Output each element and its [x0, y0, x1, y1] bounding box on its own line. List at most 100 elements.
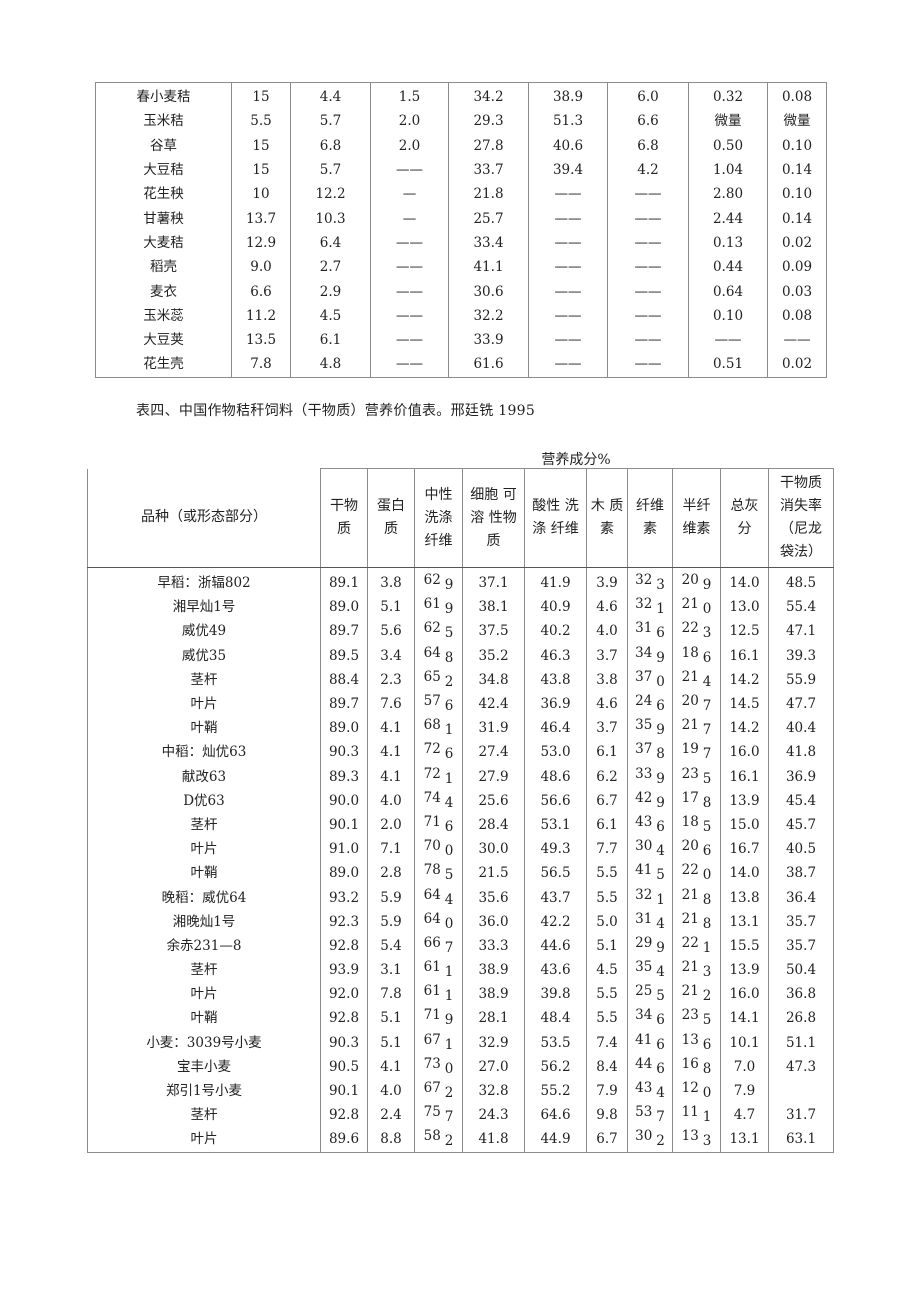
table-row: 宝丰小麦 90.5 4.1 73 0 27.0 56.2 8.4 44 6 16 8 7.0 47.3 — [87, 1054, 834, 1079]
table-cell: 12.9 — [231, 230, 291, 256]
table-cell: 0.03 — [767, 279, 827, 304]
table-cell: 41.8 — [768, 740, 834, 765]
variety-name: 叶片 — [87, 982, 321, 1007]
variety-name: 中稻：灿优63 — [87, 740, 321, 765]
variety-name: 叶片 — [87, 837, 321, 862]
table-cell: 27.0 — [462, 1054, 525, 1079]
table-cell: 6.1 — [290, 327, 371, 353]
variety-name: 湘早灿1号 — [87, 595, 321, 620]
table-cell: 13.0 — [720, 595, 769, 620]
nutrient-group-header: 营养成分% — [541, 452, 611, 468]
row-label: 大豆秸 — [95, 157, 232, 183]
table-cell: —— — [528, 279, 608, 304]
table-cell: 47.3 — [768, 1054, 834, 1079]
table-cell: 37 8 — [627, 740, 673, 765]
table-cell: 46.4 — [524, 716, 587, 741]
table-cell: 1.5 — [370, 82, 449, 110]
table-cell: 12.5 — [720, 619, 769, 644]
table-cell: 13.5 — [231, 327, 291, 353]
table-cell: 36.4 — [768, 885, 834, 910]
table-cell: 13.8 — [720, 885, 769, 910]
table-cell: 微量 — [767, 109, 827, 134]
table-cell: 2.8 — [367, 861, 415, 886]
table-cell: 32.9 — [462, 1030, 525, 1055]
table-cell: 13.9 — [720, 788, 769, 813]
table-cell: 39.3 — [768, 643, 834, 668]
table-cell: 41 5 — [627, 861, 673, 886]
table-cell: 7.0 — [720, 1054, 769, 1079]
table-cell: 4.5 — [586, 958, 628, 983]
column-header: 半纤 维素 — [672, 468, 721, 568]
table-cell: 41.9 — [524, 567, 587, 596]
table-cell: —— — [370, 352, 449, 378]
column-header: 木 质素 — [586, 468, 628, 568]
table-cell: —— — [607, 279, 689, 304]
table-cell: 25.6 — [462, 788, 525, 813]
table-cell: 0.08 — [767, 82, 827, 110]
table-cell: 5.9 — [367, 885, 415, 910]
table-cell: 4.2 — [607, 157, 689, 183]
table-cell: 0.02 — [767, 230, 827, 256]
table-cell: 27.4 — [462, 740, 525, 765]
table-cell: 16.1 — [720, 764, 769, 789]
table-cell: —— — [528, 206, 608, 231]
table-cell: 35.2 — [462, 643, 525, 668]
table-cell: 35.6 — [462, 885, 525, 910]
table-cell: 0.10 — [688, 303, 768, 328]
table-row: 湘晚灿1号 92.3 5.9 64 0 36.0 42.2 5.0 31 4 21 8 13.1 35.7 — [87, 909, 834, 934]
table-cell: 6.1 — [586, 812, 628, 838]
table-cell: 21 3 — [672, 958, 721, 983]
table2-header-row: 品种（或形态部分） 干物质蛋白质中性 洗涤 纤维 细胞 可溶 性物质酸性 洗涤 纤维木… — [87, 468, 834, 568]
table-cell: 56.6 — [524, 788, 587, 813]
table-cell: 32 3 — [627, 567, 673, 596]
table-cell: —— — [370, 230, 449, 256]
variety-name: 茎杆 — [87, 958, 321, 983]
table-cell: 4.1 — [367, 764, 415, 789]
table-cell: 7.9 — [586, 1078, 628, 1104]
table-cell: 1.04 — [688, 157, 768, 183]
table-row: 小麦：3039号小麦 90.3 5.1 67 1 32.9 53.5 7.4 41 6 13 6 10.… — [87, 1030, 834, 1055]
table-cell: 23 5 — [672, 1006, 721, 1031]
table-row: 春小麦秸 15 4.4 1.5 34.2 38.9 6.0 0.32 0.08 — [95, 82, 827, 110]
table-cell: 4.1 — [367, 716, 415, 741]
table-cell: 12 0 — [672, 1078, 721, 1104]
table-cell: 51.1 — [768, 1030, 834, 1055]
table-cell: 61.6 — [448, 352, 529, 378]
table-cell: 6.8 — [290, 133, 371, 158]
table-cell: 30 4 — [627, 837, 673, 862]
table-cell: 16.1 — [720, 643, 769, 668]
table-cell: —— — [607, 352, 689, 378]
table-cell: 3.8 — [367, 567, 415, 596]
table-cell: 8.4 — [586, 1054, 628, 1079]
table-cell: — — [370, 206, 449, 231]
table-cell: 43 4 — [627, 1078, 673, 1104]
table-cell: 72 1 — [414, 764, 463, 789]
table-cell: 0.08 — [767, 303, 827, 328]
row-label: 春小麦秸 — [95, 82, 232, 110]
table-cell: 34 6 — [627, 1006, 673, 1031]
table-cell: 6.8 — [607, 133, 689, 158]
table-cell: 13 6 — [672, 1030, 721, 1055]
table-cell: 36.9 — [524, 691, 587, 717]
table-cell: 42.2 — [524, 909, 587, 934]
table-cell: 7.9 — [720, 1078, 769, 1104]
table-cell: 38.7 — [768, 861, 834, 886]
table-cell: 5.5 — [231, 109, 291, 134]
table-cell: 89.0 — [320, 716, 368, 741]
table-cell: —— — [370, 279, 449, 304]
table-cell: —— — [370, 327, 449, 353]
table-cell: 92.8 — [320, 1006, 368, 1031]
table-row: 湘早灿1号 89.0 5.1 61 9 38.1 40.9 4.6 32 1 21 0 13.0 55.4 — [87, 595, 834, 620]
table-cell: 5.7 — [290, 109, 371, 134]
table-cell: 14.2 — [720, 667, 769, 692]
table-cell: 28.4 — [462, 812, 525, 838]
table-cell: 23 5 — [672, 764, 721, 789]
table-cell: 89.7 — [320, 691, 368, 717]
table-cell: 7.8 — [367, 982, 415, 1007]
table-cell: 2.0 — [370, 109, 449, 134]
row-label: 麦衣 — [95, 279, 232, 304]
table-cell: —— — [370, 157, 449, 183]
table-cell: 11.2 — [231, 303, 291, 328]
table-cell: 27.9 — [462, 764, 525, 789]
table-cell: 4.6 — [586, 595, 628, 620]
